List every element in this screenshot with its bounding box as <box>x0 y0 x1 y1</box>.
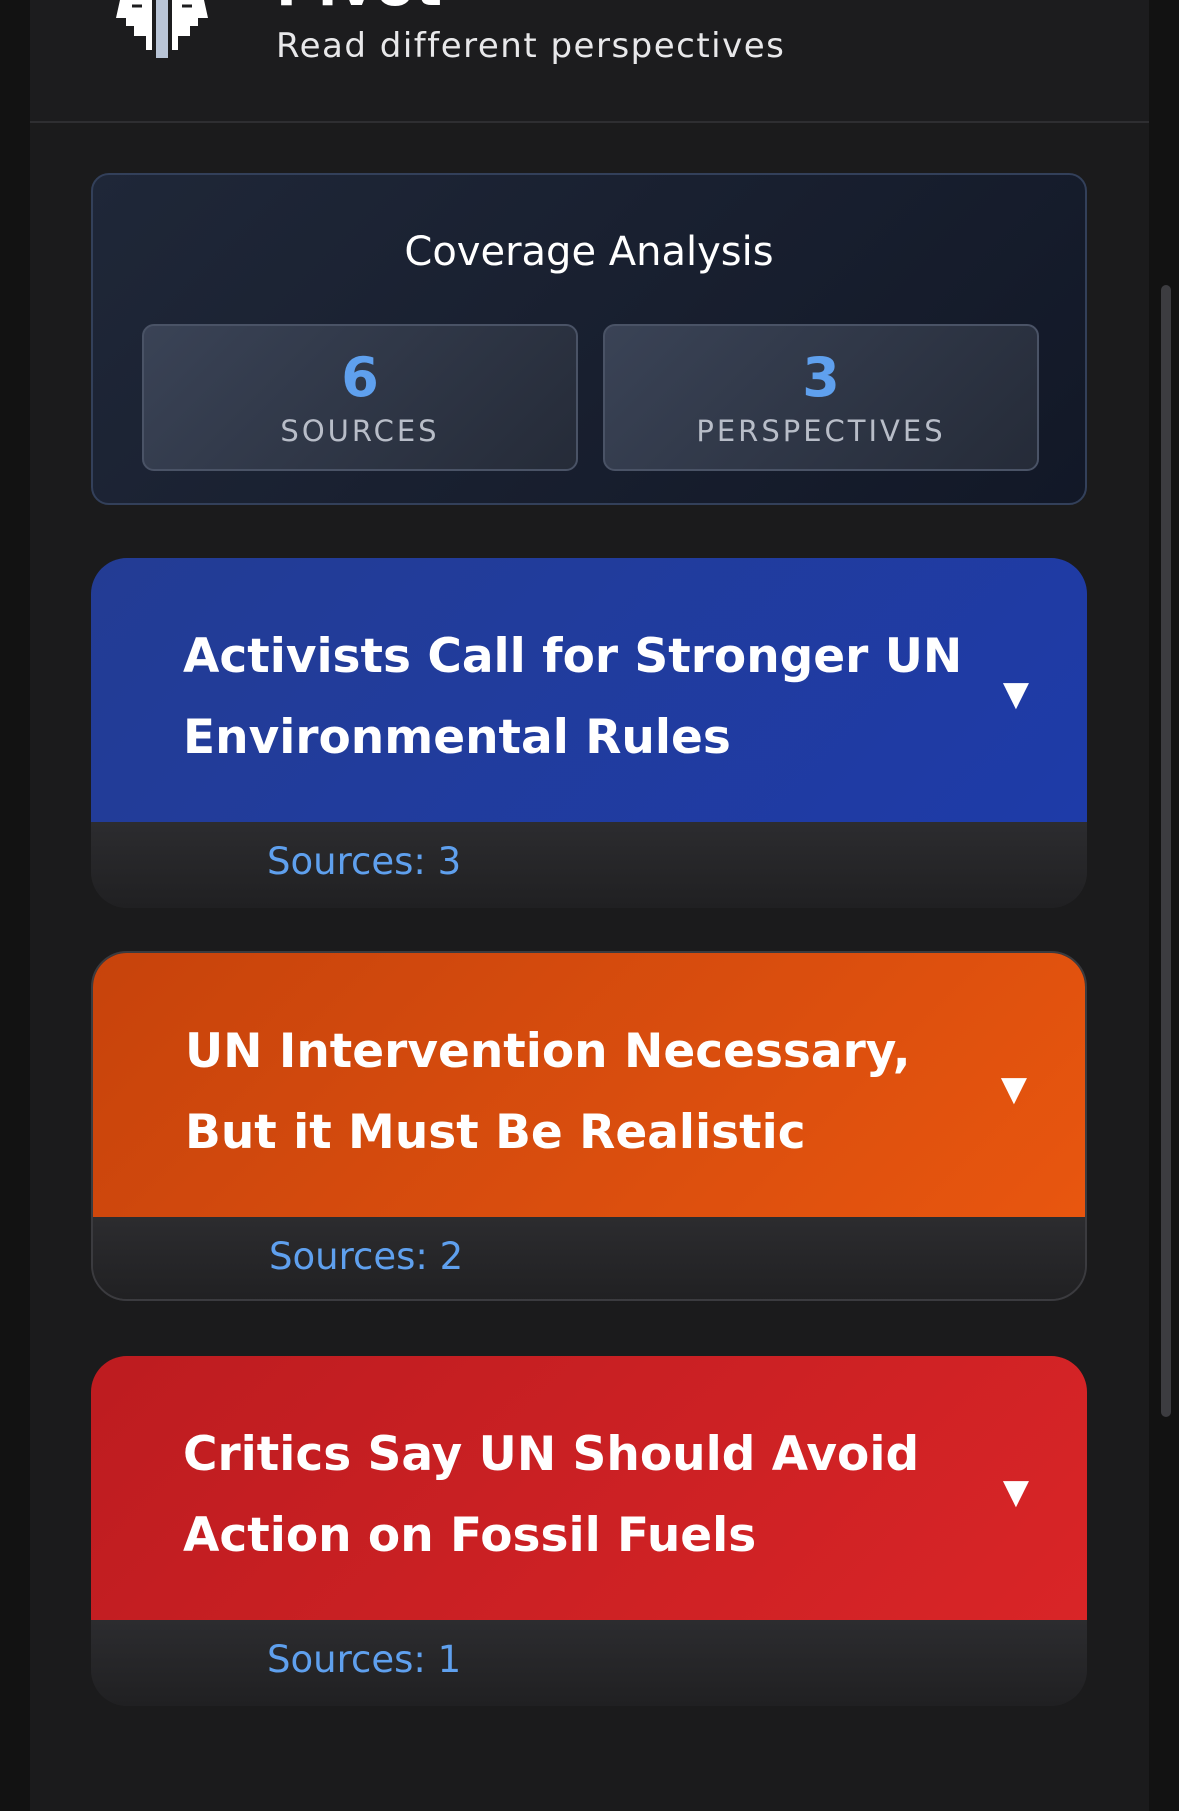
stat-label: PERSPECTIVES <box>696 414 946 448</box>
perspective-title: Critics Say UN Should Avoid Action on Fo… <box>183 1427 920 1563</box>
perspective-card-footer: Sources: 2 <box>93 1217 1085 1299</box>
sources-stat: 6 SOURCES <box>142 324 578 471</box>
two-heads-icon <box>112 0 212 62</box>
app-subtitle: Read different perspectives <box>276 26 786 66</box>
stat-value: 6 <box>341 346 379 409</box>
perspective-card-footer: Sources: 3 <box>91 822 1087 908</box>
chevron-down-icon[interactable]: ▼ <box>1003 1472 1029 1512</box>
perspective-title: Activists Call for Stronger UN Environme… <box>183 629 963 765</box>
app-page: Pivot Read different perspectives Covera… <box>30 0 1171 1811</box>
perspective-card[interactable]: Activists Call for Stronger UN Environme… <box>91 558 1087 908</box>
perspective-card-header[interactable]: UN Intervention Necessary, But it Must B… <box>93 953 1085 1217</box>
chevron-down-icon[interactable]: ▼ <box>1001 1069 1027 1109</box>
perspective-card-header[interactable]: Critics Say UN Should Avoid Action on Fo… <box>91 1356 1087 1620</box>
sources-count: Sources: 3 <box>267 840 462 883</box>
perspective-title: UN Intervention Necessary, But it Must B… <box>185 1024 911 1160</box>
sources-count: Sources: 1 <box>267 1638 462 1681</box>
stat-value: 3 <box>802 346 840 409</box>
perspective-card[interactable]: Critics Say UN Should Avoid Action on Fo… <box>91 1356 1087 1706</box>
scrollbar[interactable] <box>1161 285 1171 1417</box>
perspectives-stat: 3 PERSPECTIVES <box>603 324 1039 471</box>
perspective-card-header[interactable]: Activists Call for Stronger UN Environme… <box>91 558 1087 822</box>
coverage-title: Coverage Analysis <box>404 229 774 275</box>
app-header: Pivot Read different perspectives <box>30 0 1149 123</box>
perspective-card[interactable]: UN Intervention Necessary, But it Must B… <box>91 951 1087 1301</box>
stat-label: SOURCES <box>280 414 440 448</box>
app-title: Pivot <box>276 0 443 19</box>
chevron-down-icon[interactable]: ▼ <box>1003 674 1029 714</box>
sources-count: Sources: 2 <box>269 1235 464 1278</box>
coverage-analysis-panel: Coverage Analysis 6 SOURCES 3 PERSPECTIV… <box>91 173 1087 505</box>
perspective-card-footer: Sources: 1 <box>91 1620 1087 1706</box>
